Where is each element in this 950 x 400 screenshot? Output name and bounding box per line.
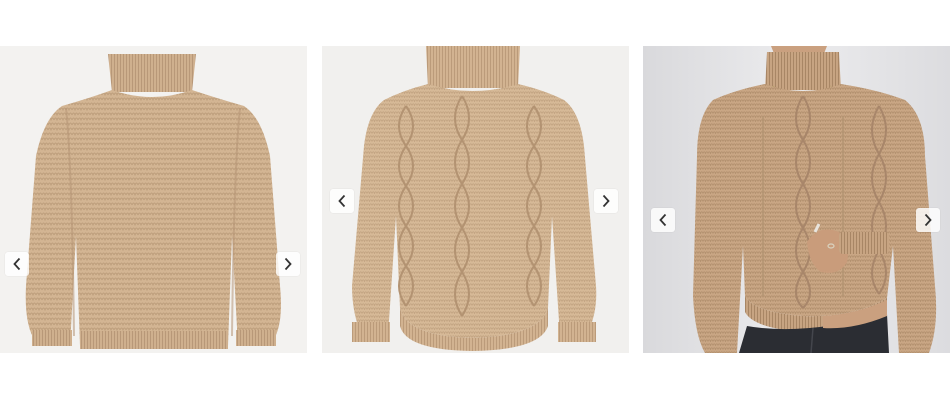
- product-image-2[interactable]: [322, 46, 629, 353]
- chevron-left-icon: [13, 257, 21, 271]
- chevron-right-icon: [602, 194, 610, 208]
- product-image-3[interactable]: [643, 46, 950, 353]
- sweater-front-image: [0, 46, 307, 353]
- sweater-model-image: [643, 46, 950, 353]
- next-image-button[interactable]: [276, 252, 300, 276]
- chevron-left-icon: [338, 194, 346, 208]
- product-image-1[interactable]: [0, 46, 307, 353]
- next-image-button[interactable]: [594, 189, 618, 213]
- chevron-right-icon: [284, 257, 292, 271]
- chevron-left-icon: [659, 213, 667, 227]
- sweater-cable-image: [322, 46, 629, 353]
- prev-image-button[interactable]: [5, 252, 29, 276]
- prev-image-button[interactable]: [330, 189, 354, 213]
- chevron-right-icon: [924, 213, 932, 227]
- prev-image-button[interactable]: [651, 208, 675, 232]
- next-image-button[interactable]: [916, 208, 940, 232]
